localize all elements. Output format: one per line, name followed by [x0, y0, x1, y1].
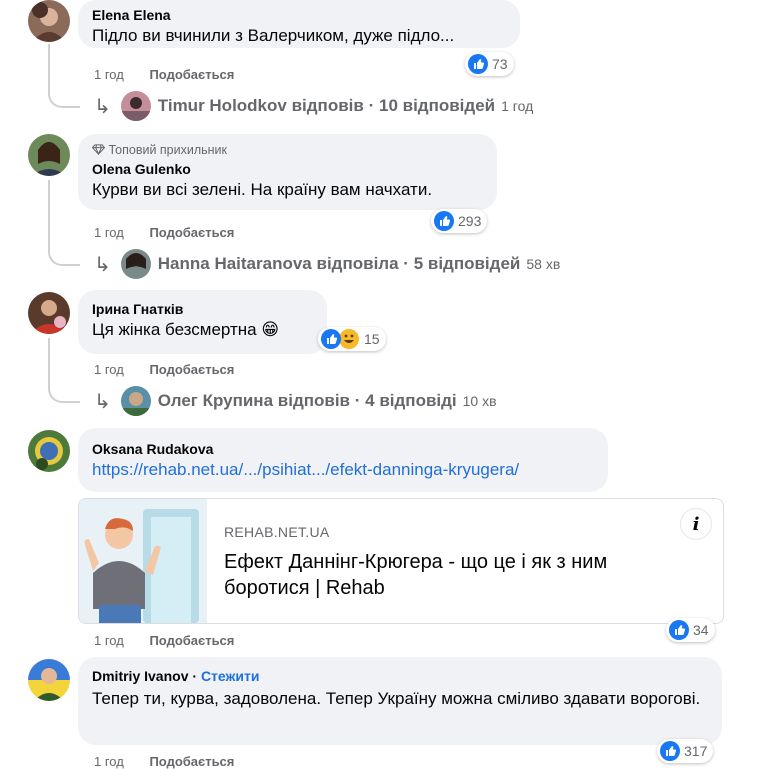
- replies-separator: ·: [403, 254, 409, 273]
- comment-author[interactable]: Oksana Rudakova: [92, 440, 594, 458]
- reaction-count: 15: [364, 331, 380, 347]
- replies-time: 1 год: [501, 98, 534, 114]
- separator: ·: [192, 668, 198, 684]
- comment-bubble: Топовий прихильник Olena Gulenko Курви в…: [78, 134, 497, 210]
- avatar[interactable]: [28, 659, 70, 701]
- link-text[interactable]: https://rehab.net.ua/.../psihiat.../efek…: [92, 458, 594, 482]
- comment-text: Тепер ти, курва, задоволена. Тепер Украї…: [92, 689, 701, 708]
- replies-separator: ·: [354, 391, 361, 410]
- reaction-count: 293: [458, 213, 482, 229]
- like-icon: [468, 54, 488, 74]
- link-preview-image: [79, 499, 207, 623]
- top-fan-badge: Топовий прихильник: [91, 142, 483, 158]
- thread-elbow: [48, 246, 80, 266]
- badge-label: Топовий прихильник: [108, 143, 227, 157]
- like-icon: [669, 620, 689, 640]
- link-title[interactable]: Ефект Даннінг-Крюгера - що це і як з ним…: [224, 549, 654, 601]
- like-button[interactable]: Подобається: [149, 633, 234, 648]
- like-button[interactable]: Подобається: [149, 67, 234, 82]
- avatar: [120, 386, 151, 416]
- comment-time[interactable]: 1 год: [94, 633, 124, 648]
- replies-verb: відповів: [277, 391, 351, 410]
- link-domain: REHAB.NET.UA: [224, 524, 330, 540]
- reply-arrow-icon: ↳: [94, 253, 111, 276]
- comment-meta: 1 год Подобається: [94, 362, 234, 377]
- replies-separator: ·: [368, 96, 375, 115]
- like-icon: [321, 329, 341, 349]
- reaction-summary[interactable]: 317: [657, 739, 714, 763]
- like-button[interactable]: Подобається: [149, 362, 234, 377]
- haha-icon: [338, 328, 360, 350]
- comment-bubble: Ірина Гнатків Ця жінка безсмертна 😁: [78, 290, 327, 354]
- comment-text: Підло ви вчинили з Валерчиком, дуже підл…: [92, 26, 455, 45]
- replies-verb: відповіла: [316, 254, 399, 273]
- replies-author: Олег Крупина: [157, 391, 274, 410]
- avatar: [120, 249, 151, 279]
- view-replies[interactable]: ↳ Timur Holodkov відповів · 10 відповіде…: [94, 91, 533, 121]
- replies-count: 5 відповідей: [413, 254, 521, 273]
- view-replies[interactable]: ↳ Олег Крупина відповів · 4 відповіді 10…: [94, 386, 497, 416]
- like-icon: [660, 741, 680, 761]
- comment-meta: 1 год Подобається: [94, 754, 234, 769]
- comment-text: Курви ви всі зелені. На країну вам начха…: [92, 180, 433, 199]
- comment-bubble: Dmitriy Ivanov · Стежити Тепер ти, курва…: [78, 657, 722, 745]
- avatar[interactable]: [28, 0, 70, 42]
- reaction-summary[interactable]: 293: [431, 209, 488, 233]
- comment-author[interactable]: Olena Gulenko: [92, 160, 483, 178]
- comment-bubble: Oksana Rudakova https://rehab.net.ua/...…: [78, 428, 608, 492]
- reaction-count: 73: [492, 56, 508, 72]
- replies-time: 10 хв: [462, 393, 497, 409]
- comment-author[interactable]: Dmitriy Ivanov: [92, 668, 188, 684]
- replies-verb: відповів: [291, 96, 364, 115]
- avatar: [120, 91, 151, 121]
- reaction-count: 317: [684, 743, 708, 759]
- comment-meta: 1 год Подобається: [94, 225, 234, 240]
- comment-time[interactable]: 1 год: [94, 67, 124, 82]
- comment-time[interactable]: 1 год: [94, 362, 124, 377]
- like-button[interactable]: Подобається: [149, 225, 234, 240]
- link-preview-card[interactable]: REHAB.NET.UA Ефект Даннінг-Крюгера - що …: [78, 498, 724, 624]
- comment-author[interactable]: Elena Elena: [92, 6, 506, 24]
- comment-time[interactable]: 1 год: [94, 754, 124, 769]
- like-button[interactable]: Подобається: [149, 754, 234, 769]
- replies-count: 4 відповіді: [365, 391, 457, 410]
- reply-arrow-icon: ↳: [94, 95, 111, 118]
- info-icon[interactable]: i: [681, 509, 711, 539]
- comment-time[interactable]: 1 год: [94, 225, 124, 240]
- comment-text: Ця жінка безсмертна 😁: [92, 320, 280, 339]
- comment-bubble: Elena Elena Підло ви вчинили з Валерчико…: [78, 0, 520, 48]
- reaction-count: 34: [693, 622, 709, 638]
- avatar[interactable]: [28, 134, 70, 176]
- replies-author: Hanna Haitaranova: [157, 254, 312, 273]
- replies-time: 58 хв: [526, 256, 561, 272]
- diamond-icon: [91, 143, 108, 157]
- thread-elbow: [48, 383, 80, 403]
- reaction-summary[interactable]: 15: [318, 327, 386, 351]
- replies-author: Timur Holodkov: [157, 96, 287, 115]
- comment-meta: 1 год Подобається: [94, 67, 234, 82]
- thread-elbow: [48, 88, 80, 108]
- avatar[interactable]: [28, 292, 70, 334]
- like-icon: [434, 211, 454, 231]
- reaction-summary[interactable]: 73: [465, 52, 514, 76]
- follow-button[interactable]: Стежити: [201, 668, 260, 684]
- comment-author[interactable]: Ірина Гнатків: [92, 300, 313, 318]
- thread-line: [48, 180, 50, 252]
- replies-count: 10 відповідей: [378, 96, 496, 115]
- reply-arrow-icon: ↳: [94, 390, 111, 413]
- reaction-summary[interactable]: 34: [666, 618, 715, 642]
- comment-meta: 1 год Подобається: [94, 633, 234, 648]
- thread-line: [48, 44, 50, 94]
- avatar[interactable]: [28, 430, 70, 472]
- view-replies[interactable]: ↳ Hanna Haitaranova відповіла · 5 відпов…: [94, 249, 560, 279]
